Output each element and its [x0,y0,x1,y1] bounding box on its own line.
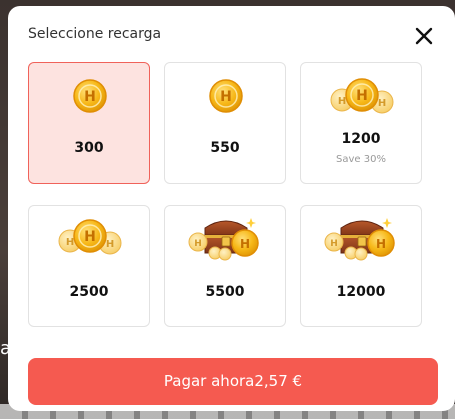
recharge-option-550[interactable]: H 550 [164,62,286,184]
recharge-option-5500[interactable]: H H 5500 [164,205,286,327]
option-amount: 5500 [205,284,245,300]
single-coin-icon: H [209,79,243,113]
svg-text:H: H [84,89,96,105]
option-amount: 12000 [336,284,386,300]
option-amount: 300 [74,140,104,156]
pay-button-label: Pagar ahora [163,372,255,390]
svg-text:H: H [240,237,250,251]
option-amount: 1200 [341,131,381,147]
coin-trio-icon: H H H [58,219,122,255]
svg-text:H: H [338,96,346,107]
treasure-chest-icon: H H [324,218,395,261]
recharge-option-12000[interactable]: H H 12000 [300,205,422,327]
svg-text:H: H [220,89,232,105]
svg-text:H: H [356,88,368,104]
svg-text:H: H [330,239,338,249]
svg-text:H: H [378,98,386,109]
svg-text:H: H [66,237,74,248]
close-icon[interactable] [414,26,434,46]
option-amount: 550 [210,140,240,156]
recharge-option-1200[interactable]: H H H 1200 Save 30% [300,62,422,184]
svg-text:H: H [106,239,114,250]
pay-button-price: 2,57 € [254,372,303,390]
pay-now-button[interactable]: Pagar ahora2,57 € [28,358,438,405]
svg-text:H: H [194,239,202,249]
recharge-modal: Seleccione recarga H 300 H 550 H H H 120… [8,6,455,411]
svg-text:H: H [376,237,386,251]
svg-text:H: H [84,229,96,245]
recharge-option-300[interactable]: H 300 [28,62,150,184]
single-coin-icon: H [73,79,107,113]
treasure-chest-icon: H H [188,218,259,261]
recharge-option-2500[interactable]: H H H 2500 [28,205,150,327]
discount-note: Save 30% [336,154,386,165]
option-amount: 2500 [69,284,109,300]
modal-title: Seleccione recarga [28,26,162,42]
coin-trio-icon: H H H [330,78,394,114]
